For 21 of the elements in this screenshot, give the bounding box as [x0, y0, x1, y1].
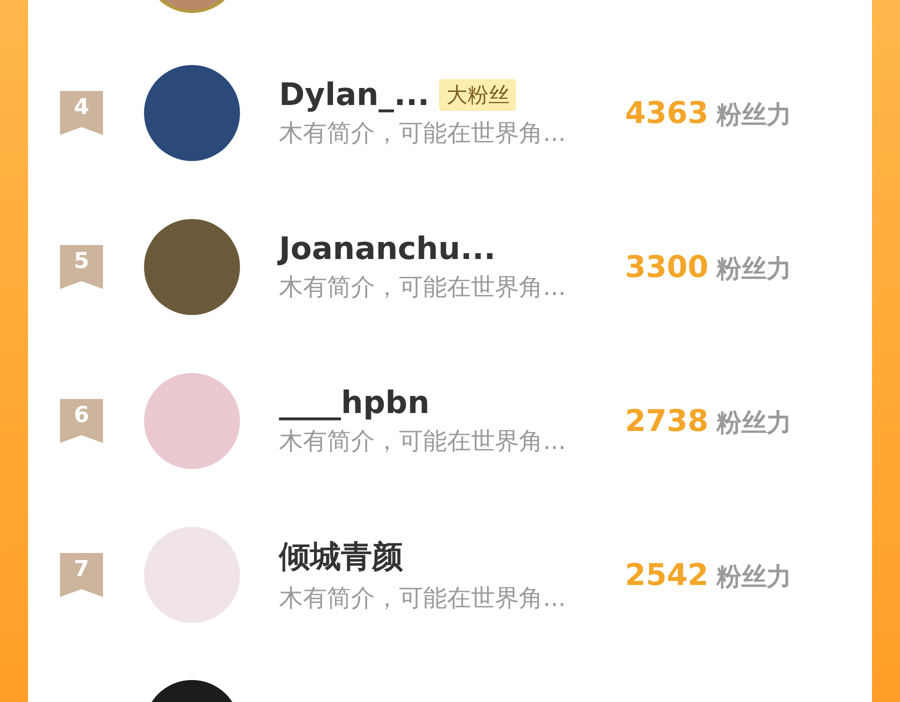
rank-ribbon: 4 — [60, 91, 103, 135]
fan-score: 3300 — [625, 250, 708, 284]
rank-ribbon: 5 — [60, 245, 103, 289]
score-unit: 粉丝力 — [716, 252, 792, 284]
score-unit: 粉丝力 — [716, 98, 792, 130]
user-name: Joananchu... — [279, 231, 496, 267]
user-bio: 木有简介，可能在世界角... — [279, 272, 567, 303]
rank-ribbon: 7 — [60, 553, 103, 597]
fan-badge: 大粉丝 — [439, 79, 516, 111]
rank-ribbon: 6 — [60, 399, 103, 443]
fan-score: 4363 — [625, 96, 708, 130]
user-name: 倾城青颜 — [279, 538, 403, 577]
user-name: Dylan_... — [279, 77, 430, 113]
score-unit: 粉丝力 — [716, 406, 792, 438]
fan-score: 2738 — [625, 404, 708, 438]
fan-score: 2542 — [625, 558, 708, 592]
user-name: ____hpbn — [279, 385, 430, 421]
user-bio: 木有简介，可能在世界角... — [279, 426, 567, 457]
score-unit: 粉丝力 — [716, 560, 792, 592]
user-bio: 木有简介，可能在世界角... — [279, 118, 567, 149]
user-bio: 木有简介，可能在世界角... — [279, 583, 567, 614]
